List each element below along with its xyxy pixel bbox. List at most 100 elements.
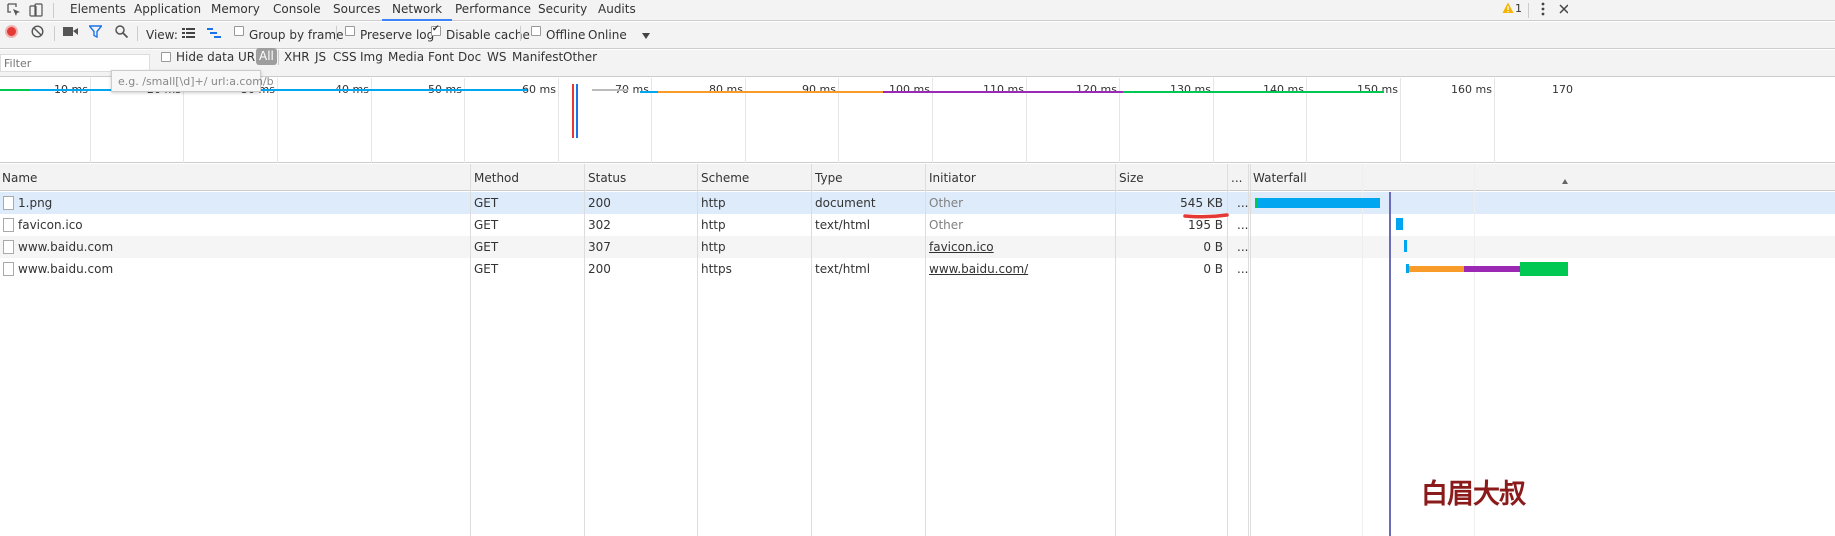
type-filter-other[interactable]: Other bbox=[563, 50, 597, 64]
tab-memory[interactable]: Memory bbox=[211, 0, 260, 21]
tab-console[interactable]: Console bbox=[273, 0, 321, 21]
type-filter-doc[interactable]: Doc bbox=[458, 50, 481, 64]
preserve-log-checkbox[interactable] bbox=[345, 26, 355, 36]
sort-arrow-icon[interactable] bbox=[1562, 173, 1568, 184]
timeline-tick: 90 ms bbox=[802, 83, 836, 96]
file-icon bbox=[3, 196, 14, 210]
column-header-scheme[interactable]: Scheme bbox=[701, 171, 749, 185]
filter-bar: Hide data URLs All XHR JS CSS Img Media … bbox=[0, 48, 1835, 77]
request-name[interactable]: 1.png bbox=[18, 196, 52, 210]
timeline-tick: 80 ms bbox=[709, 83, 743, 96]
type-filter-xhr[interactable]: XHR bbox=[284, 50, 310, 64]
disable-cache-checkbox[interactable] bbox=[431, 24, 441, 36]
tab-performance[interactable]: Performance bbox=[455, 0, 531, 21]
type-filter-all[interactable]: All bbox=[256, 48, 277, 65]
column-header-status[interactable]: Status bbox=[588, 171, 626, 185]
column-divider[interactable] bbox=[811, 164, 812, 536]
column-divider bbox=[1250, 164, 1251, 536]
type-filter-manifest[interactable]: Manifest bbox=[512, 50, 563, 64]
request-more: ... bbox=[1237, 196, 1249, 210]
tab-security[interactable]: Security bbox=[538, 0, 587, 21]
more-options-icon[interactable] bbox=[1540, 2, 1546, 16]
timeline-overview[interactable]: 10 ms 20 ms 30 ms 40 ms 50 ms 60 ms 70 m… bbox=[0, 70, 1835, 163]
filter-hint-text: e.g. /small[\d]+/ url:a.com/b bbox=[118, 75, 274, 88]
overview-bar bbox=[592, 89, 628, 91]
dom-content-loaded-marker bbox=[572, 84, 574, 138]
waterfall-bar[interactable] bbox=[1520, 262, 1568, 276]
inspect-element-icon[interactable] bbox=[7, 3, 21, 17]
type-filter-media[interactable]: Media bbox=[388, 50, 424, 64]
waterfall-bar[interactable] bbox=[1409, 266, 1464, 272]
column-header-name[interactable]: Name bbox=[2, 171, 37, 185]
waterfall-bar[interactable] bbox=[1404, 240, 1407, 252]
request-scheme: http bbox=[701, 240, 726, 254]
column-divider[interactable] bbox=[1248, 164, 1249, 536]
column-header-initiator[interactable]: Initiator bbox=[929, 171, 976, 185]
request-type: document bbox=[815, 196, 876, 210]
table-row[interactable]: www.baidu.com GET 307 http favicon.ico 0… bbox=[0, 236, 1835, 258]
large-request-rows-icon[interactable] bbox=[182, 27, 195, 38]
offline-checkbox[interactable] bbox=[531, 26, 541, 36]
column-header-size[interactable]: Size bbox=[1119, 171, 1144, 185]
throttling-select[interactable]: Online bbox=[588, 28, 627, 42]
type-filter-font[interactable]: Font bbox=[428, 50, 454, 64]
request-scheme: http bbox=[701, 218, 726, 232]
search-icon[interactable] bbox=[115, 25, 129, 39]
disable-cache-label: Disable cache bbox=[446, 28, 530, 42]
table-row[interactable]: favicon.ico GET 302 http text/html Other… bbox=[0, 214, 1835, 236]
request-more: ... bbox=[1237, 262, 1249, 276]
type-filter-img[interactable]: Img bbox=[360, 50, 383, 64]
request-initiator-link[interactable]: favicon.ico bbox=[929, 240, 994, 254]
column-divider[interactable] bbox=[1227, 164, 1228, 536]
column-divider[interactable] bbox=[925, 164, 926, 536]
request-name[interactable]: www.baidu.com bbox=[18, 262, 113, 276]
waterfall-bar[interactable] bbox=[1464, 266, 1520, 272]
request-name[interactable]: www.baidu.com bbox=[18, 240, 113, 254]
request-scheme: http bbox=[701, 196, 726, 210]
chevron-down-icon[interactable] bbox=[642, 28, 650, 39]
timeline-tick: 160 ms bbox=[1451, 83, 1492, 96]
request-name[interactable]: favicon.ico bbox=[18, 218, 83, 232]
timeline-tick: 140 ms bbox=[1263, 83, 1304, 96]
column-header-method[interactable]: Method bbox=[474, 171, 519, 185]
clear-icon[interactable] bbox=[31, 25, 44, 38]
column-header-more[interactable]: ... bbox=[1231, 171, 1242, 185]
waterfall-event-marker bbox=[1389, 192, 1391, 536]
column-divider[interactable] bbox=[584, 164, 585, 536]
tab-elements[interactable]: Elements bbox=[70, 0, 126, 21]
request-initiator-link[interactable]: www.baidu.com/ bbox=[929, 262, 1028, 276]
request-scheme: https bbox=[701, 262, 732, 276]
tab-audits[interactable]: Audits bbox=[598, 0, 636, 21]
column-divider[interactable] bbox=[470, 164, 471, 536]
hide-data-urls-checkbox[interactable] bbox=[161, 52, 171, 62]
warning-count[interactable]: 1 bbox=[1515, 0, 1522, 21]
waterfall-bar[interactable] bbox=[1396, 218, 1403, 230]
tab-sources[interactable]: Sources bbox=[333, 0, 380, 21]
record-button[interactable] bbox=[5, 25, 18, 38]
file-icon bbox=[3, 262, 14, 276]
tab-network[interactable]: Network bbox=[382, 0, 453, 21]
column-divider[interactable] bbox=[697, 164, 698, 536]
column-header-type[interactable]: Type bbox=[815, 171, 843, 185]
type-filter-css[interactable]: CSS bbox=[333, 50, 357, 64]
waterfall-bar[interactable] bbox=[1258, 198, 1380, 208]
type-filter-ws[interactable]: WS bbox=[487, 50, 506, 64]
filter-icon[interactable] bbox=[88, 25, 103, 39]
timeline-tick: 110 ms bbox=[983, 83, 1024, 96]
request-initiator: Other bbox=[929, 218, 964, 232]
overview-waterfall-icon[interactable] bbox=[207, 27, 221, 38]
column-divider[interactable] bbox=[1115, 164, 1116, 536]
request-status: 200 bbox=[588, 262, 611, 276]
tab-application[interactable]: Application bbox=[134, 0, 201, 21]
type-filter-js[interactable]: JS bbox=[315, 50, 326, 64]
timeline-tick: 100 ms bbox=[889, 83, 930, 96]
warning-icon[interactable] bbox=[1502, 2, 1514, 14]
device-toolbar-icon[interactable] bbox=[29, 3, 43, 17]
column-header-waterfall[interactable]: Waterfall bbox=[1253, 171, 1307, 185]
filter-hint-tooltip: e.g. /small[\d]+/ url:a.com/b bbox=[111, 70, 274, 92]
close-devtools-icon[interactable] bbox=[1558, 3, 1569, 15]
hide-data-urls-label: Hide data URLs bbox=[176, 50, 269, 64]
group-by-frame-checkbox[interactable] bbox=[234, 26, 244, 36]
table-row[interactable]: 1.png GET 200 http document Other 545 KB… bbox=[0, 192, 1835, 214]
screenshot-camera-icon[interactable] bbox=[63, 26, 78, 37]
